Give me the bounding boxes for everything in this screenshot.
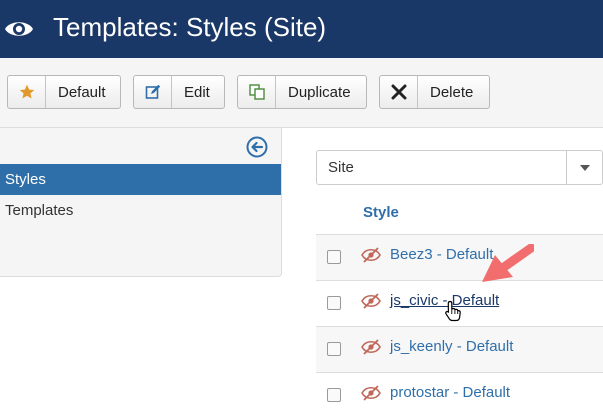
caret-down-icon[interactable] [566,151,602,184]
column-header-style[interactable]: Style [363,204,399,221]
hand-cursor-icon [445,300,461,322]
delete-button[interactable]: Delete [379,75,490,109]
eye-slash-icon[interactable] [361,246,381,264]
duplicate-button-label: Duplicate [288,83,351,101]
eye-slash-icon[interactable] [361,292,381,310]
row-checkbox[interactable] [327,388,341,402]
delete-button-label: Delete [430,83,474,101]
sidebar: Styles Templates [0,127,282,277]
default-button[interactable]: Default [7,75,121,109]
edit-button-label: Edit [184,83,210,101]
row-checkbox[interactable] [327,342,341,356]
row-checkbox[interactable] [327,250,341,264]
red-arrow-icon [482,244,534,282]
eye-slash-icon[interactable] [361,338,381,356]
eye-slash-icon[interactable] [361,384,381,402]
page-header: Templates: Styles (Site) [0,0,603,58]
default-button-label: Default [58,83,106,101]
table-row: Beez3 - Default [316,235,603,280]
client-filter-value: Site [328,159,354,176]
style-link[interactable]: protostar - Default [390,384,510,401]
sidebar-item-styles[interactable]: Styles [0,164,281,195]
duplicate-button[interactable]: Duplicate [237,75,367,109]
page-title: Templates: Styles (Site) [53,12,327,42]
arrow-left-circle-icon[interactable] [246,136,268,158]
sidebar-item-templates[interactable]: Templates [0,195,281,226]
table-row: protostar - Default [316,373,603,411]
table-row: js_keenly - Default [316,327,603,372]
copy-icon [238,76,276,108]
toolbar: Default Edit Duplicate Delete [0,58,603,128]
edit-button[interactable]: Edit [133,75,225,109]
row-checkbox[interactable] [327,296,341,310]
close-icon [380,76,418,108]
edit-icon [134,76,172,108]
client-filter-select[interactable]: Site [316,150,603,185]
style-link[interactable]: js_keenly - Default [390,338,513,355]
eye-icon [5,22,33,36]
star-icon [8,76,46,108]
